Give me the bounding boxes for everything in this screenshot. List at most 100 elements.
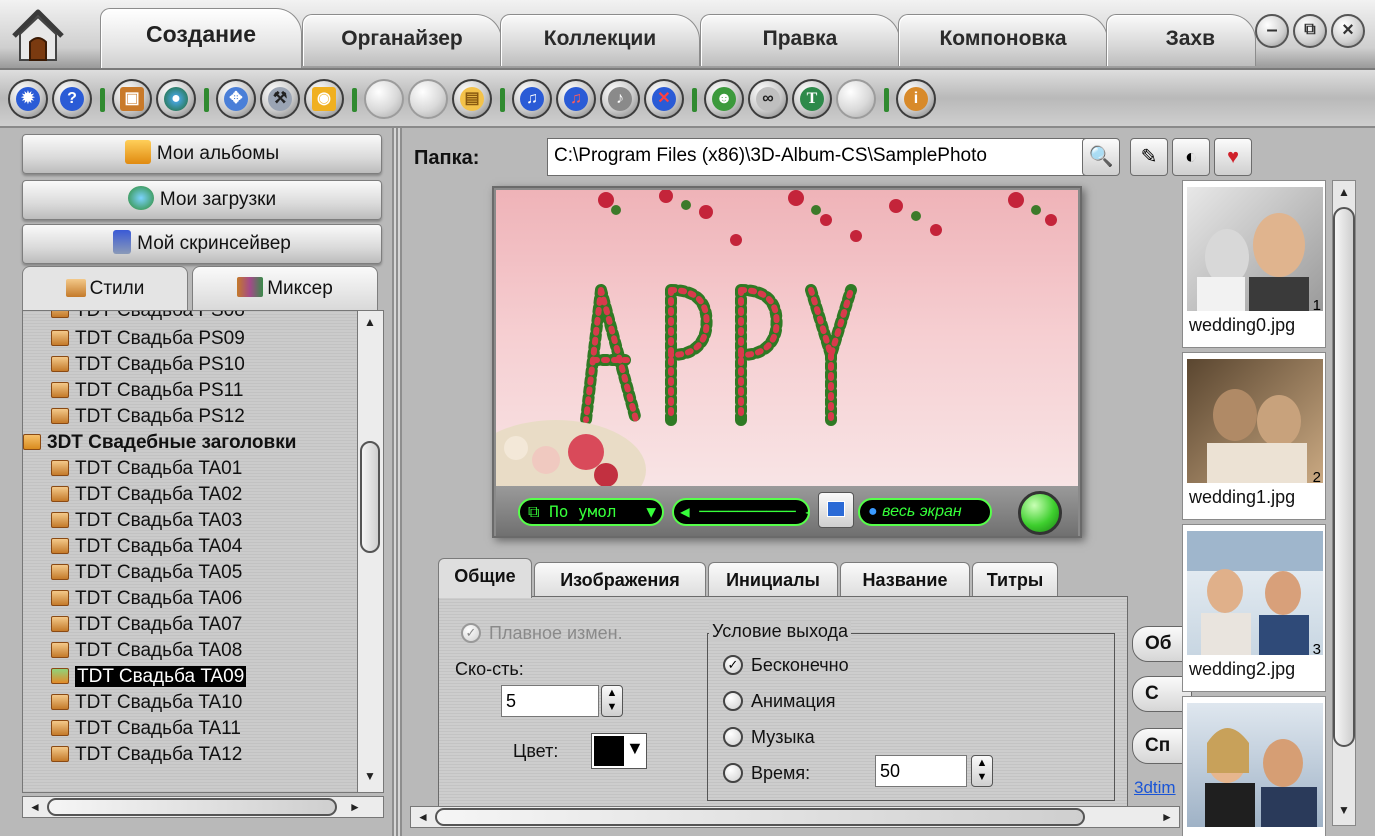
thumbnail-item[interactable]: 1 wedding0.jpg <box>1182 180 1326 348</box>
user-icon[interactable]: ☻ <box>704 79 744 119</box>
thumbnails-vscroll[interactable]: ▲ ▼ <box>1332 180 1356 826</box>
tab-capture[interactable]: Захв <box>1106 14 1256 66</box>
music-icon[interactable]: ♫ <box>512 79 552 119</box>
tab-edit[interactable]: Правка <box>700 14 900 66</box>
my-downloads-button[interactable]: Мои загрузки <box>22 180 382 220</box>
tab-create[interactable]: Создание <box>100 8 302 68</box>
scroll-thumb[interactable] <box>435 808 1085 826</box>
minimize-icon[interactable]: – <box>1255 14 1289 48</box>
time-input[interactable]: 50 <box>875 755 967 787</box>
thumbnail-item[interactable]: 3 wedding2.jpg <box>1182 524 1326 692</box>
scroll-thumb[interactable] <box>47 798 337 816</box>
tab-collections[interactable]: Коллекции <box>500 14 700 66</box>
list-item[interactable]: TDT Свадьба TA08 <box>51 639 242 663</box>
settings-icon[interactable]: ✹ <box>8 79 48 119</box>
home-icon[interactable] <box>8 6 68 62</box>
list-item[interactable]: TDT Свадьба TA05 <box>51 561 242 585</box>
browse-search-icon[interactable]: 🔍 <box>1082 138 1120 176</box>
restore-icon[interactable]: ⧉ <box>1293 14 1327 48</box>
fullscreen-label[interactable]: ● весь экран <box>858 498 992 526</box>
scroll-left-icon[interactable]: ◄ <box>413 810 433 824</box>
list-item[interactable]: TDT Свадьба TA04 <box>51 535 242 559</box>
info-icon[interactable]: i <box>896 79 936 119</box>
photo-icon[interactable]: ◉ <box>304 79 344 119</box>
tab-mixer[interactable]: Миксер <box>192 266 378 310</box>
panel-splitter[interactable] <box>392 128 402 836</box>
thumbnail-item[interactable]: 2 wedding1.jpg <box>1182 352 1326 520</box>
list-group[interactable]: 3DT Свадебные заголовки <box>23 431 296 455</box>
list-item[interactable]: TDT Свадьба TA11 <box>51 717 241 741</box>
scroll-up-icon[interactable]: ▲ <box>360 315 380 329</box>
list-item[interactable]: TDT Свадьба TA01 <box>51 457 242 481</box>
list-item[interactable]: TDT Свадьба TA03 <box>51 509 242 533</box>
my-screensaver-button[interactable]: Мой скринсейвер <box>22 224 382 264</box>
edit-pencil-icon[interactable]: ✎ <box>1130 138 1168 176</box>
list-item[interactable]: TDT Свадьба PS08 <box>51 311 245 323</box>
thumbnail-filename: wedding0.jpg <box>1189 315 1296 335</box>
styles-list-vscroll[interactable]: ▲ ▼ <box>357 311 383 792</box>
briefcase-icon[interactable]: ▣ <box>112 79 152 119</box>
smooth-change-checkbox[interactable]: ✓ <box>461 623 481 643</box>
close-icon[interactable]: × <box>1331 14 1365 48</box>
radio-infinite[interactable]: ✓ <box>723 655 743 675</box>
globe-icon[interactable]: ● <box>156 79 196 119</box>
play-go-icon[interactable] <box>1018 491 1062 535</box>
list-item[interactable]: TDT Свадьба TA07 <box>51 613 242 637</box>
list-item-selected[interactable]: TDT Свадьба TA09 <box>51 665 247 689</box>
scroll-up-icon[interactable]: ▲ <box>1334 185 1354 199</box>
list-item[interactable]: TDT Свадьба PS11 <box>51 379 243 403</box>
radio-animation[interactable] <box>723 691 743 711</box>
scroll-right-icon[interactable]: ► <box>1157 810 1177 824</box>
list-item[interactable]: TDT Свадьба PS12 <box>51 405 245 429</box>
volume-slider[interactable]: ◀ ────────── ◀▮ <box>672 498 810 526</box>
tab-credits[interactable]: Титры <box>972 562 1058 598</box>
color-picker[interactable]: ▼ <box>591 733 647 769</box>
scroll-thumb[interactable] <box>1333 207 1355 747</box>
folder-icon[interactable]: ▤ <box>452 79 492 119</box>
list-item[interactable]: TDT Свадьба TA12 <box>51 743 242 767</box>
tab-layout[interactable]: Компоновка <box>898 14 1108 66</box>
list-item[interactable]: TDT Свадьба TA02 <box>51 483 242 507</box>
tab-images[interactable]: Изображения <box>534 562 706 598</box>
my-albums-button[interactable]: Мои альбомы <box>22 134 382 174</box>
tab-general[interactable]: Общие <box>438 558 532 598</box>
scroll-thumb[interactable] <box>360 441 380 553</box>
radio-music[interactable] <box>723 727 743 747</box>
top-tab-bar: Создание Органайзер Коллекции Правка Ком… <box>0 0 1375 70</box>
scroll-down-icon[interactable]: ▼ <box>1334 803 1354 817</box>
view-mode-dropdown[interactable]: ⧉ По умол ▼ <box>518 498 664 526</box>
list-item[interactable]: TDT Свадьба TA10 <box>51 691 242 715</box>
music-disabled-icon[interactable]: ✕ <box>644 79 684 119</box>
tools-icon[interactable]: ⚒ <box>260 79 300 119</box>
list-item[interactable]: TDT Свадьба TA06 <box>51 587 242 611</box>
link-icon[interactable]: ∞ <box>748 79 788 119</box>
folder-path-field[interactable]: C:\Program Files (x86)\3D-Album-CS\Sampl… <box>547 138 1087 176</box>
list-item[interactable]: TDT Свадьба PS10 <box>51 353 245 377</box>
tab-organizer[interactable]: Органайзер <box>302 14 502 66</box>
text-icon[interactable]: T <box>792 79 832 119</box>
time-stepper[interactable]: ▲ ▼ <box>971 755 993 787</box>
scroll-right-icon[interactable]: ► <box>345 800 365 814</box>
music-note-icon[interactable]: ♪ <box>600 79 640 119</box>
styles-list-hscroll[interactable]: ◄ ► <box>22 796 384 818</box>
right-hscroll[interactable]: ◄ ► <box>410 806 1180 828</box>
empty-slot-icon <box>364 79 404 119</box>
favorite-heart-icon[interactable]: ♥ <box>1214 138 1252 176</box>
expand-icon[interactable]: ✥ <box>216 79 256 119</box>
scroll-left-icon[interactable]: ◄ <box>25 800 45 814</box>
styles-list[interactable]: TDT Свадьба PS08 TDT Свадьба PS09 TDT Св… <box>22 310 384 793</box>
list-item[interactable]: TDT Свадьба PS09 <box>51 327 245 351</box>
music-red-icon[interactable]: ♫ <box>556 79 596 119</box>
radio-time[interactable] <box>723 763 743 783</box>
tab-initials[interactable]: Инициалы <box>708 562 838 598</box>
palette-icon[interactable]: ◐ <box>1172 138 1210 176</box>
thumbnail-item[interactable] <box>1182 696 1326 836</box>
website-link[interactable]: 3dtim <box>1134 778 1176 798</box>
speed-stepper[interactable]: ▲ ▼ <box>601 685 623 717</box>
scroll-down-icon[interactable]: ▼ <box>360 769 380 783</box>
tab-styles[interactable]: Стили <box>22 266 188 310</box>
fullscreen-toggle-icon[interactable] <box>818 492 854 528</box>
help-icon[interactable]: ? <box>52 79 92 119</box>
speed-input[interactable]: 5 <box>501 685 599 717</box>
tab-title[interactable]: Название <box>840 562 970 598</box>
